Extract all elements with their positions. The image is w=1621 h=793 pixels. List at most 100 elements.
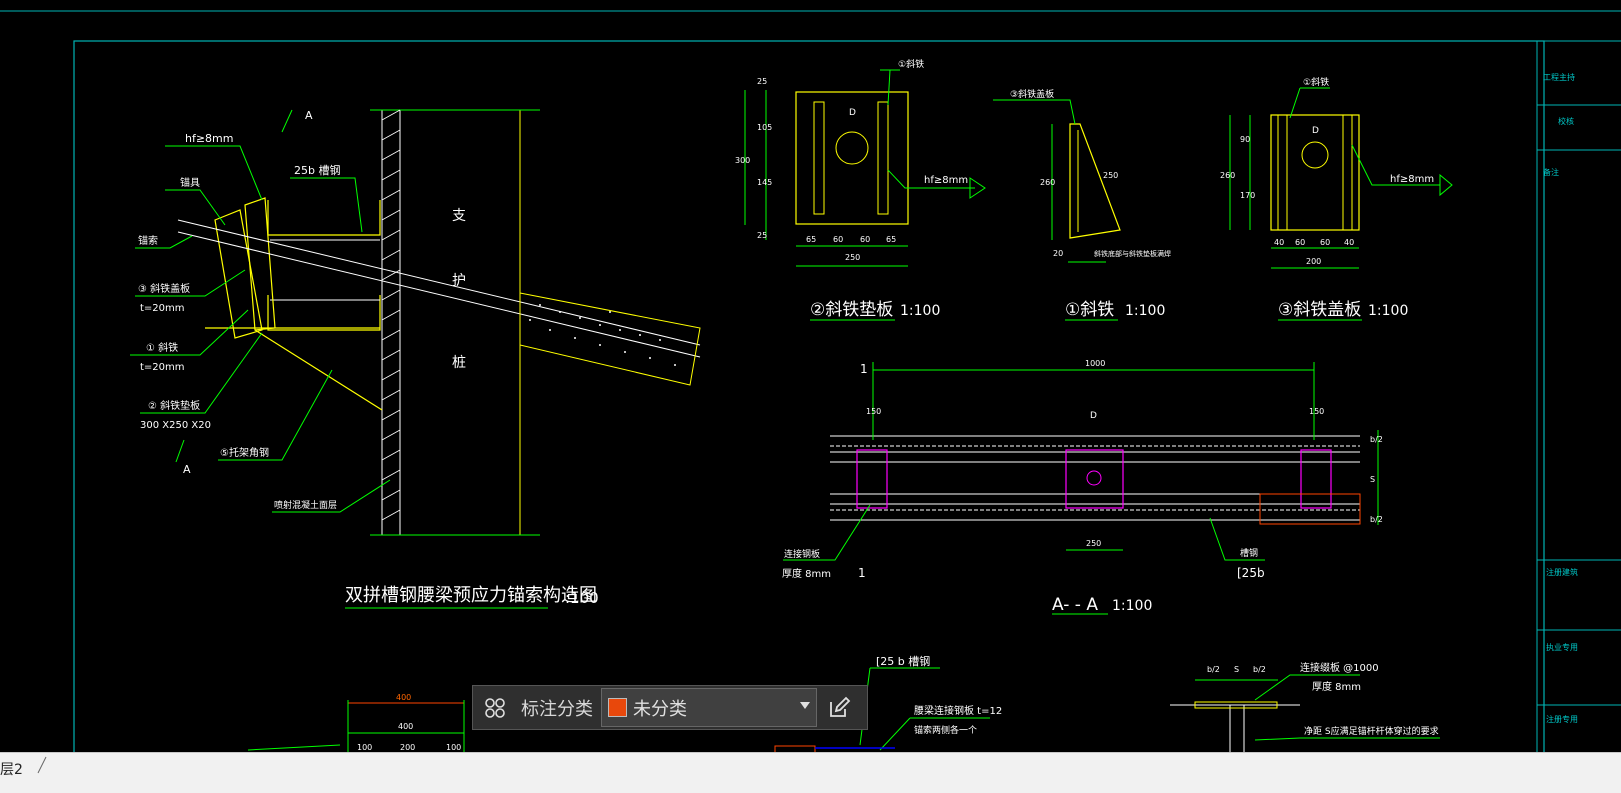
section-mark-top: A — [305, 109, 313, 122]
plate3-dim-90: 90 — [1240, 135, 1250, 144]
leader-channel — [290, 177, 363, 233]
plate2-title: ②斜铁垫板 — [810, 300, 893, 320]
edit-icon[interactable] — [817, 686, 861, 729]
aa-hole — [1086, 470, 1102, 486]
plate2-dim-60a: 60 — [833, 235, 843, 244]
annotation-category-label: 标注分类 — [521, 698, 593, 720]
section-aa-detail: 1000 150 150 D 250 b/2 S b/2 1 1 连接钢板 厚度… — [782, 359, 1383, 615]
plate2-detail: D ①斜铁 hf≥8mm 300 25 105 145 25 65 60 60 … — [735, 58, 986, 321]
bottom-note-connect: 连接缀板 @1000 — [1300, 661, 1379, 674]
aa-hole-label: D — [1090, 411, 1097, 421]
aa-cut-bottom: 1 — [858, 566, 866, 580]
plate2-dim-60b: 60 — [860, 235, 870, 244]
plate2-rib-right — [877, 101, 889, 215]
plate2-ref-label: ①斜铁 — [898, 58, 924, 70]
tb-text-6: 注册专用 — [1546, 714, 1578, 724]
tb-text-2: 校核 — [1558, 116, 1574, 126]
status-bar: 层2 — [0, 752, 1621, 793]
plate3-dim-h: 260 — [1220, 171, 1235, 180]
aa-note-channel-size: [25b — [1237, 566, 1265, 580]
spray-label: 喷射混凝土面层 — [274, 499, 337, 511]
category-select[interactable]: 未分类 — [601, 688, 817, 727]
plate3-ref-label: ①斜铁 — [1303, 76, 1329, 88]
aa-dim-b2a: b/2 — [1370, 435, 1383, 444]
category-select-value: 未分类 — [633, 698, 687, 720]
plate3-dim-60a: 60 — [1295, 238, 1305, 247]
plate1-dim-h: 260 — [1040, 178, 1055, 187]
plate3-rib-right — [1342, 114, 1353, 231]
plate1-dim-slope: 250 — [1103, 171, 1118, 180]
plate1-title: ①斜铁 — [1065, 300, 1114, 320]
plate2-dim-width: 250 — [845, 253, 860, 262]
anchor-cable-label: 锚索 — [138, 234, 158, 247]
bottom-dim-200: 200 — [400, 743, 415, 752]
leader-angle — [218, 369, 333, 461]
bottom-label-channel: [25 b 槽钢 — [876, 655, 930, 668]
cad-canvas[interactable]: 工程主持 校核 备注 注册建筑 执业专用 注册专用 支 护 桩 hf≥8mm 2… — [0, 0, 1621, 793]
aa-dim-s: S — [1370, 475, 1375, 484]
bottom-label-plate2: 锚索两侧各一个 — [914, 724, 977, 736]
plate1-dim-base: 20 — [1053, 249, 1063, 258]
tb-text-1: 工程主持 — [1543, 72, 1575, 82]
aa-plate-right — [1300, 449, 1332, 509]
plate2-dim-105: 105 — [757, 123, 772, 132]
plate2-scale: 1:100 — [900, 303, 940, 319]
plate3-scale: 1:100 — [1368, 303, 1408, 319]
plate2-dim-65a: 65 — [806, 235, 816, 244]
chevron-down-icon[interactable] — [800, 702, 810, 709]
anchor-head-label: 锚具 — [180, 177, 200, 189]
tab-divider-icon — [37, 756, 47, 774]
plate3-ref-leader — [1289, 87, 1330, 119]
part1-label: ① 斜铁 — [146, 341, 178, 354]
plate3-dim-width: 200 — [1306, 257, 1321, 266]
plate3-dim-40a: 40 — [1274, 238, 1284, 247]
plate2-dim-65b: 65 — [886, 235, 896, 244]
aa-dim-1000: 1000 — [1085, 359, 1105, 368]
weld-note: hf≥8mm — [185, 132, 234, 145]
aa-dim-150b: 150 — [1309, 407, 1324, 416]
part3-label: ③ 斜铁盖板 — [138, 282, 190, 295]
wedge-inclined — [244, 197, 276, 331]
edit-icon-svg — [830, 696, 851, 717]
plate1-ref-leader — [993, 99, 1076, 125]
plate3-hole — [1301, 141, 1329, 169]
main-title-scale: :100 — [565, 589, 599, 607]
plate1-ref-label: ③斜铁盖板 — [1010, 88, 1054, 100]
bottom-label-plate: 腰梁连接钢板 t=12 — [914, 704, 1002, 717]
channel-note: 25b 槽钢 — [294, 164, 340, 177]
aa-scale: 1:100 — [1112, 598, 1152, 614]
pile-hatch — [381, 109, 401, 521]
aa-note-plate: 连接钢板 — [784, 548, 820, 560]
aa-note-thk: 厚度 8mm — [782, 567, 831, 580]
bottom-leader-left — [247, 744, 341, 751]
grid-icon-svg — [485, 697, 505, 718]
pile-label-1: 支 — [452, 208, 466, 224]
annotation-toolbar: 标注分类 未分类 — [472, 685, 868, 730]
layer-tab-label[interactable]: 层2 — [0, 759, 23, 779]
bottom-leader-s — [1254, 737, 1440, 741]
bottom-dim-b2b: b/2 — [1253, 665, 1266, 674]
bottom-dim-100b: 100 — [446, 743, 461, 752]
channel-beams — [267, 200, 381, 331]
plate2-dim-145: 145 — [757, 178, 772, 187]
drawing-border — [73, 40, 1545, 762]
category-color-swatch — [608, 698, 627, 717]
support-angle — [254, 329, 383, 411]
aa-title: A- - A — [1052, 595, 1098, 615]
plate2-hole — [835, 131, 869, 165]
bottom-note-s: 净距 S应满足锚杆杆体穿过的要求 — [1304, 725, 1439, 737]
main-section-detail: 支 护 桩 hf≥8mm 25b 槽钢 锚具 锚索 ③ 斜铁盖板 t=20mm … — [130, 109, 701, 609]
section-cut-top — [281, 109, 293, 133]
grid-icon[interactable] — [473, 686, 517, 729]
bottom-note-thk: 厚度 8mm — [1312, 680, 1361, 693]
plate3-title: ③斜铁盖板 — [1278, 300, 1361, 320]
plate3-dim-40b: 40 — [1344, 238, 1354, 247]
aa-plate-mid — [1065, 449, 1124, 509]
aa-cut-top: 1 — [860, 362, 868, 376]
plate2-weld: hf≥8mm — [924, 175, 968, 186]
aa-dim-250: 250 — [1086, 539, 1101, 548]
aa-note-channel: 槽钢 — [1240, 547, 1258, 559]
bottom-dim-s: S — [1234, 665, 1239, 674]
plate1-detail: ③斜铁盖板 260 250 20 斜铁底部与斜铁垫板满焊 ①斜铁 1:100 — [993, 88, 1171, 321]
plate3-weld: hf≥8mm — [1390, 174, 1434, 185]
